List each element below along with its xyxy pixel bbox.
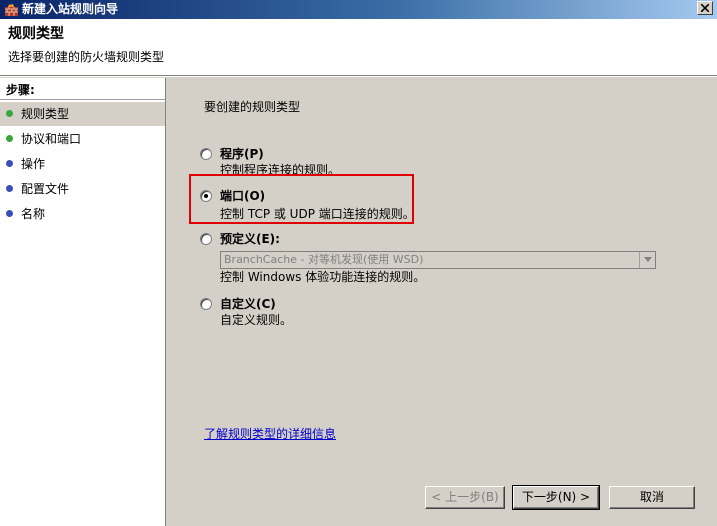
custom-radio[interactable]	[200, 298, 212, 310]
steps-divider	[0, 99, 165, 100]
program-radio[interactable]	[200, 148, 212, 160]
sidebar-item-protocol-port[interactable]: 协议和端口	[0, 127, 165, 151]
sidebar-item-rule-type[interactable]: 规则类型	[0, 102, 165, 126]
sidebar-item-label: 名称	[21, 207, 46, 221]
page-subtitle: 选择要创建的防火墙规则类型	[8, 50, 165, 64]
option-description: 控制 TCP 或 UDP 端口连接的规则。	[220, 207, 415, 221]
title-bar[interactable]: 新建入站规则向导	[0, 0, 717, 19]
select-value: BranchCache - 对等机发现(使用 WSD)	[224, 253, 424, 266]
close-icon	[701, 4, 709, 12]
steps-heading: 步骤:	[6, 83, 35, 97]
step-status-icon	[6, 160, 13, 167]
steps-sidebar: 步骤: 规则类型 协议和端口 操作 配置文件 名称	[0, 78, 166, 526]
option-label[interactable]: 预定义(E):	[220, 231, 280, 247]
sidebar-item-label: 协议和端口	[21, 132, 82, 146]
sidebar-item-label: 配置文件	[21, 182, 70, 196]
predefined-select[interactable]: BranchCache - 对等机发现(使用 WSD)	[220, 251, 656, 269]
sidebar-item-name[interactable]: 名称	[0, 202, 165, 226]
firewall-icon	[4, 2, 19, 17]
option-label[interactable]: 端口(O)	[220, 188, 265, 204]
predefined-radio[interactable]	[200, 233, 212, 245]
header-divider	[0, 76, 717, 77]
rule-type-question: 要创建的规则类型	[204, 100, 301, 114]
step-status-icon	[6, 110, 13, 117]
option-label[interactable]: 程序(P)	[220, 146, 264, 162]
step-status-icon	[6, 185, 13, 192]
wizard-content: 要创建的规则类型 程序(P) 控制程序连接的规则。 端口(O) 控制 TCP 或…	[167, 78, 717, 526]
page-title: 规则类型	[8, 26, 64, 42]
option-label[interactable]: 自定义(C)	[220, 296, 276, 312]
back-button[interactable]: < 上一步(B)	[425, 486, 505, 509]
sidebar-item-label: 规则类型	[21, 107, 70, 121]
next-button[interactable]: 下一步(N) >	[512, 485, 600, 510]
chevron-down-icon	[644, 257, 652, 262]
window-title: 新建入站规则向导	[22, 2, 119, 16]
sidebar-item-action[interactable]: 操作	[0, 152, 165, 176]
close-button[interactable]	[697, 1, 713, 15]
learn-more-link[interactable]: 了解规则类型的详细信息	[204, 426, 336, 442]
option-description: 控制 Windows 体验功能连接的规则。	[220, 270, 426, 284]
sidebar-item-profile[interactable]: 配置文件	[0, 177, 165, 201]
wizard-header: 规则类型 选择要创建的防火墙规则类型	[0, 19, 717, 76]
option-description: 自定义规则。	[220, 313, 293, 327]
dropdown-button[interactable]	[639, 252, 655, 268]
step-status-icon	[6, 135, 13, 142]
sidebar-item-label: 操作	[21, 157, 46, 171]
port-radio[interactable]	[200, 190, 212, 202]
step-status-icon	[6, 210, 13, 217]
cancel-button[interactable]: 取消	[609, 486, 695, 509]
